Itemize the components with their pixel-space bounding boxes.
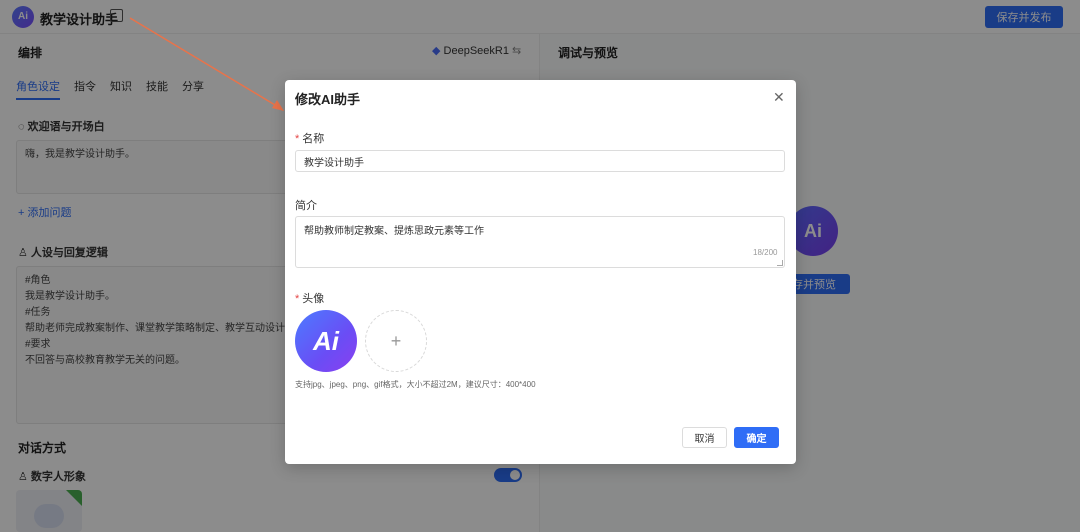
edit-assistant-dialog: 修改AI助手 ✕ *名称 简介 帮助教师制定教案、提炼思政元素等工作 18/20… — [285, 80, 796, 464]
intro-label: 简介 — [295, 200, 317, 212]
name-label-text: 名称 — [302, 133, 325, 145]
intro-textarea[interactable]: 帮助教师制定教案、提炼思政元素等工作 — [295, 216, 785, 268]
cancel-button[interactable]: 取消 — [682, 427, 727, 448]
name-input[interactable] — [295, 150, 785, 172]
intro-char-counter: 18/200 — [753, 248, 778, 257]
confirm-button[interactable]: 确定 — [734, 427, 779, 448]
name-label: * 名称 — [295, 130, 324, 146]
dialog-title: 修改AI助手 — [295, 92, 361, 107]
avatar-upload-hint: 支持jpg、jpeg、png、gif格式，大小不超过2M，建议尺寸：400*40… — [295, 380, 536, 389]
avatar-label: * 头像 — [295, 290, 324, 306]
required-mark: * — [295, 293, 300, 305]
close-icon[interactable]: ✕ — [773, 89, 785, 106]
add-avatar-button[interactable]: + — [365, 310, 427, 372]
resize-grip-icon[interactable] — [777, 260, 783, 266]
avatar-label-text: 头像 — [302, 293, 325, 305]
required-mark: * — [295, 133, 300, 145]
ai-avatar-option[interactable]: Ai — [295, 310, 357, 372]
